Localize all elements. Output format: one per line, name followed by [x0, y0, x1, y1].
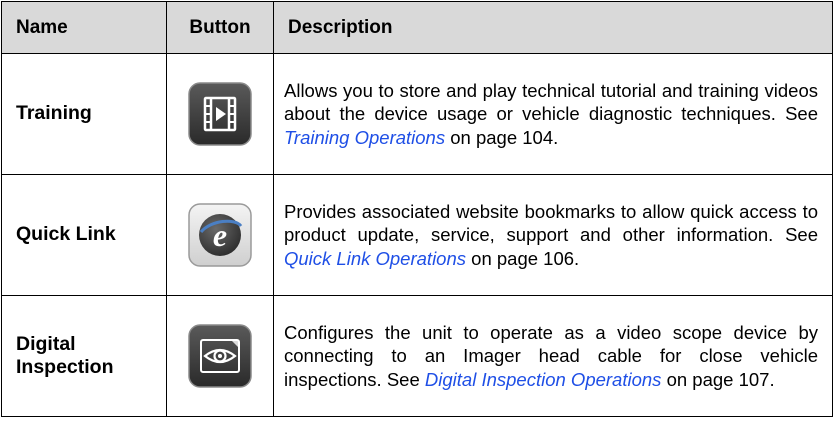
row-description: Allows you to store and play technical t…	[273, 53, 833, 175]
quick-link-operations-link[interactable]: Quick Link Operations	[284, 248, 466, 269]
table-row: Quick Link e Provides associated website…	[1, 174, 833, 296]
table-row: Digital Inspection Configures the unit t…	[1, 295, 833, 417]
eye-inspection-icon[interactable]	[187, 323, 253, 389]
svg-text:e: e	[213, 217, 227, 253]
description-text: Provides associated website bookmarks to…	[284, 200, 818, 246]
row-name: Training	[1, 53, 167, 175]
description-text: Allows you to store and play technical t…	[284, 79, 818, 125]
row-button-cell	[166, 295, 274, 417]
video-film-icon[interactable]	[187, 81, 253, 147]
feature-table: Name Button Description Training Allows …	[1, 1, 833, 417]
row-button-cell	[166, 53, 274, 175]
row-description: Configures the unit to operate as a vide…	[273, 295, 833, 417]
row-button-cell: e	[166, 174, 274, 296]
table-header-row: Name Button Description	[1, 1, 833, 54]
row-description: Provides associated website bookmarks to…	[273, 174, 833, 296]
internet-explorer-icon[interactable]: e	[187, 202, 253, 268]
table-row: Training Allows you to store and play te…	[1, 53, 833, 175]
page-reference: on page 104.	[445, 126, 559, 148]
row-name: Quick Link	[1, 174, 167, 296]
header-description: Description	[273, 1, 833, 54]
training-operations-link[interactable]: Training Operations	[284, 127, 445, 148]
row-name: Digital Inspection	[1, 295, 167, 417]
page-reference: on page 107.	[661, 368, 775, 390]
header-button: Button	[166, 1, 274, 54]
header-name: Name	[1, 1, 167, 54]
digital-inspection-operations-link[interactable]: Digital Inspection Operations	[425, 369, 662, 390]
document-page: Name Button Description Training Allows …	[0, 0, 834, 417]
page-reference: on page 106.	[466, 247, 580, 269]
